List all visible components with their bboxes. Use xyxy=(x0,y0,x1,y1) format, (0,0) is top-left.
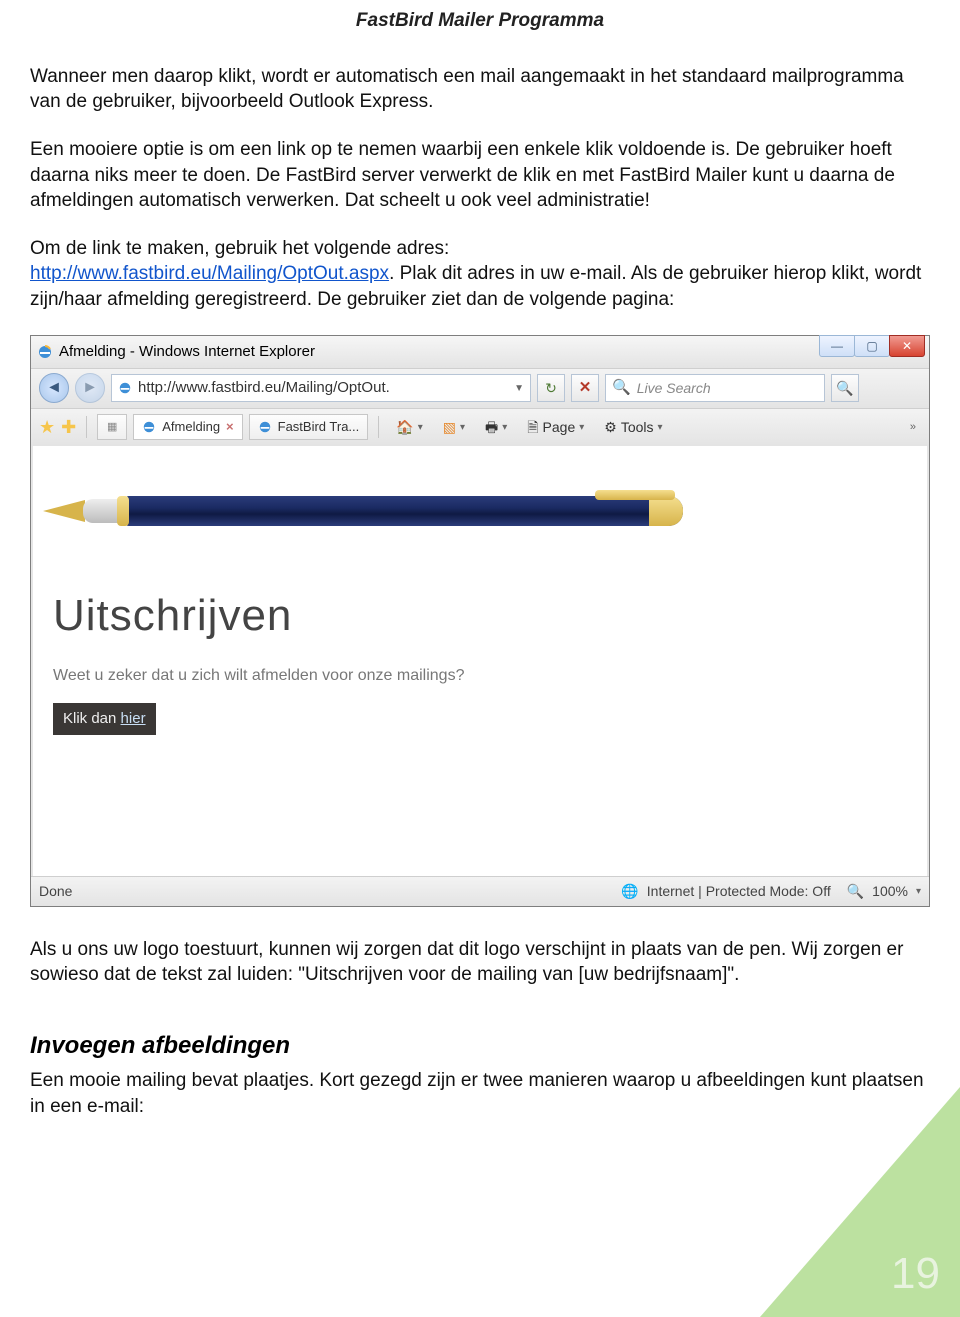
optout-link[interactable]: http://www.fastbird.eu/Mailing/OptOut.as… xyxy=(30,263,389,284)
window-title: Afmelding - Windows Internet Explorer xyxy=(59,342,315,362)
klik-label: Klik dan xyxy=(63,710,121,727)
tab-afmelding[interactable]: Afmelding × xyxy=(133,414,242,440)
internet-zone-icon: 🌐 xyxy=(621,882,638,901)
ie-page-content: Uitschrijven Weet u zeker dat u zich wil… xyxy=(31,446,929,876)
tab-favicon-icon xyxy=(142,420,156,434)
separator xyxy=(378,416,379,438)
tab-close-icon[interactable]: × xyxy=(226,418,234,436)
content-heading: Uitschrijven xyxy=(53,586,907,645)
minimize-button[interactable]: — xyxy=(819,335,855,357)
content-question: Weet u zeker dat u zich wilt afmelden vo… xyxy=(53,665,907,687)
close-button[interactable]: ✕ xyxy=(889,335,925,357)
chevron-down-icon: ▾ xyxy=(579,421,584,435)
quick-tabs-button[interactable]: ▦ xyxy=(97,414,127,440)
url-text: http://www.fastbird.eu/Mailing/OptOut. xyxy=(138,378,508,398)
home-icon: 🏠 xyxy=(396,418,413,437)
favorites-icon[interactable]: ★ xyxy=(39,415,55,439)
separator xyxy=(86,416,87,438)
maximize-button[interactable]: ▢ xyxy=(854,335,890,357)
tab-label: FastBird Tra... xyxy=(278,418,360,436)
url-dropdown-icon[interactable]: ▼ xyxy=(514,382,524,396)
add-favorite-icon[interactable]: ✚ xyxy=(61,415,76,439)
status-done: Done xyxy=(39,882,72,901)
hier-link[interactable]: hier xyxy=(121,710,146,727)
paragraph-1: Wanneer men daarop klikt, wordt er autom… xyxy=(30,64,930,115)
paragraph-2: Een mooiere optie is om een link op te n… xyxy=(30,137,930,214)
search-go-button[interactable]: 🔍 xyxy=(831,374,859,402)
zoom-dropdown-icon[interactable]: ▾ xyxy=(916,885,921,899)
feeds-button[interactable]: ▧▾ xyxy=(436,414,472,440)
rss-icon: ▧ xyxy=(443,418,456,437)
paragraph-3: Om de link te maken, gebruik het volgend… xyxy=(30,236,930,313)
section-heading-invoegen: Invoegen afbeeldingen xyxy=(30,1030,930,1062)
back-button[interactable]: ◄ xyxy=(39,373,69,403)
address-bar[interactable]: http://www.fastbird.eu/Mailing/OptOut. ▼ xyxy=(111,374,531,402)
tab-favicon-icon xyxy=(258,420,272,434)
window-controls: — ▢ ✕ xyxy=(820,335,925,357)
ie-command-bar: ★ ✚ ▦ Afmelding × FastBird Tra... 🏠▾ ▧▾ … xyxy=(31,408,929,446)
search-icon: 🔍 xyxy=(612,378,631,398)
page-menu[interactable]: 🗎 Page▾ xyxy=(520,414,591,440)
tools-menu[interactable]: ⚙Tools ▾ xyxy=(597,414,669,440)
klik-box: Klik dan hier xyxy=(53,703,156,735)
refresh-icon: ↻ xyxy=(545,379,557,398)
chevron-down-icon: ▾ xyxy=(658,421,663,435)
status-zone: Internet | Protected Mode: Off xyxy=(647,882,831,901)
forward-button[interactable]: ► xyxy=(75,373,105,403)
chevron-down-icon: ▾ xyxy=(502,421,507,435)
chevron-down-icon: ▾ xyxy=(418,421,423,435)
page-number: 19 xyxy=(891,1244,940,1303)
ie-window: Afmelding - Windows Internet Explorer — … xyxy=(30,335,930,907)
zoom-level: 100% xyxy=(872,882,908,901)
tab-fastbird[interactable]: FastBird Tra... xyxy=(249,414,369,440)
stop-icon: ✕ xyxy=(579,378,592,398)
ie-titlebar: Afmelding - Windows Internet Explorer — … xyxy=(31,336,929,368)
magnify-icon: 🔍 xyxy=(836,379,853,398)
page-icon: 🗎 xyxy=(527,418,538,437)
ie-status-bar: Done 🌐 Internet | Protected Mode: Off 🔍 … xyxy=(31,876,929,906)
ie-address-bar-row: ◄ ► http://www.fastbird.eu/Mailing/OptOu… xyxy=(31,368,929,408)
tab-label: Afmelding xyxy=(162,418,220,436)
chevron-down-icon: ▾ xyxy=(460,421,465,435)
print-icon: 🖶 xyxy=(485,418,498,437)
page-favicon-icon xyxy=(118,381,132,395)
ie-logo-icon xyxy=(37,344,53,360)
search-box[interactable]: 🔍 Live Search xyxy=(605,374,825,402)
search-placeholder: Live Search xyxy=(637,379,711,398)
overflow-chevron-icon[interactable]: » xyxy=(905,417,921,438)
home-button[interactable]: 🏠▾ xyxy=(389,414,429,440)
refresh-button[interactable]: ↻ xyxy=(537,374,565,402)
paragraph-3a: Om de link te maken, gebruik het volgend… xyxy=(30,238,449,259)
quick-tabs-icon: ▦ xyxy=(107,420,117,435)
tools-menu-label: Tools xyxy=(621,418,654,437)
zoom-icon[interactable]: 🔍 xyxy=(847,882,864,901)
page-menu-label: Page xyxy=(543,418,576,437)
page-header: FastBird Mailer Programma xyxy=(30,0,930,64)
stop-button[interactable]: ✕ xyxy=(571,374,599,402)
print-button[interactable]: 🖶▾ xyxy=(478,414,514,440)
paragraph-4: Als u ons uw logo toestuurt, kunnen wij … xyxy=(30,937,930,988)
pen-illustration xyxy=(53,484,783,536)
gear-icon: ⚙ xyxy=(604,418,617,437)
